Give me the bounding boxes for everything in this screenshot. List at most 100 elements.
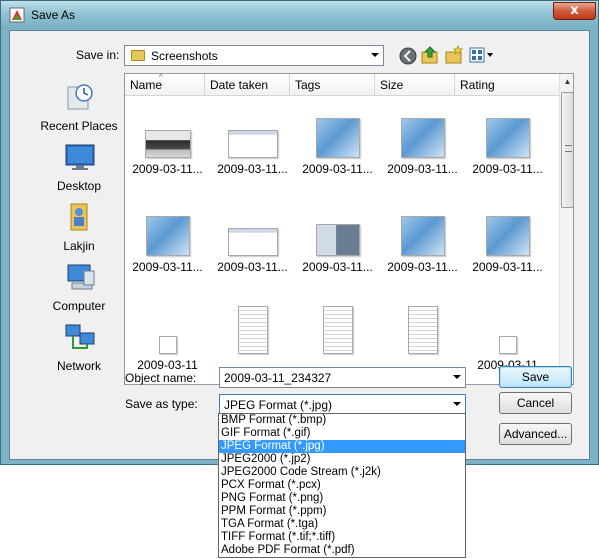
file-thumbnail <box>400 216 445 256</box>
sort-ascending-icon: ^ <box>159 74 163 81</box>
file-thumbnail <box>485 118 530 158</box>
file-item[interactable]: 2009-03-11... <box>295 98 380 196</box>
file-tiles: 2009-03-11... 2009-03-11... 2009-03-11... 2… <box>125 96 559 384</box>
type-option[interactable]: PCX Format (*.pcx) <box>219 479 465 492</box>
place-desktop[interactable]: Desktop <box>27 141 131 199</box>
type-option[interactable]: JPEG Format (*.jpg) <box>219 440 465 453</box>
type-option[interactable]: PPM Format (*.ppm) <box>219 505 465 518</box>
save-in-label: Save in: <box>76 48 120 62</box>
column-header-date-taken[interactable]: Date taken <box>205 74 290 96</box>
network-icon <box>65 324 95 349</box>
file-thumbnail <box>498 336 517 354</box>
type-option[interactable]: JPEG2000 (*.jp2) <box>219 453 465 466</box>
file-thumbnail <box>315 118 360 158</box>
place-computer[interactable]: Computer <box>27 261 131 319</box>
close-icon: x <box>570 3 579 18</box>
column-header-tags[interactable]: Tags <box>290 74 375 96</box>
type-option[interactable]: JPEG2000 Code Stream (*.j2k) <box>219 466 465 479</box>
file-item[interactable]: 2009-03-11... <box>210 196 295 294</box>
chevron-down-icon <box>453 375 461 379</box>
cancel-button[interactable]: Cancel <box>499 392 572 414</box>
file-name: 2009-03-11... <box>302 260 373 274</box>
file-item[interactable]: 2009-03-11... <box>125 98 210 196</box>
save-type-dropdown-list[interactable]: BMP Format (*.bmp) GIF Format (*.gif) JPEG… <box>218 413 466 558</box>
file-thumbnail <box>237 306 268 354</box>
file-item[interactable]: 2009-03-11... <box>210 98 295 196</box>
current-folder: Screenshots <box>151 49 218 63</box>
file-thumbnail <box>145 216 190 256</box>
file-name: 2009-03-11... <box>132 260 203 274</box>
column-header-name[interactable]: ^ Name <box>125 74 205 96</box>
vertical-scrollbar[interactable]: ▲ ▼ <box>559 74 573 384</box>
file-item[interactable]: 2009-03-11... <box>465 98 550 196</box>
file-thumbnail <box>485 216 530 256</box>
computer-icon <box>67 264 95 290</box>
file-thumbnail <box>227 130 278 158</box>
place-network[interactable]: Network <box>27 321 131 379</box>
column-header-rating[interactable]: Rating <box>455 74 559 96</box>
save-type-select[interactable]: JPEG Format (*.jpg) <box>219 394 466 415</box>
scroll-thumb[interactable] <box>561 92 573 208</box>
desktop-icon <box>65 144 95 170</box>
file-name: 2009-03-11 <box>137 358 198 372</box>
file-name: 2009-03-11... <box>217 260 288 274</box>
scroll-up-icon[interactable]: ▲ <box>560 74 573 90</box>
up-folder-icon[interactable] <box>420 45 440 65</box>
file-name: 2009-03-11... <box>472 260 543 274</box>
file-item[interactable]: 2009-03-11... <box>465 196 550 294</box>
save-button[interactable]: Save <box>499 366 572 388</box>
place-recent-places[interactable]: Recent Places <box>27 81 131 139</box>
place-label: Lakjin <box>63 239 95 253</box>
save-type-value: JPEG Format (*.jpg) <box>224 398 333 412</box>
view-menu-icon[interactable] <box>468 45 494 65</box>
file-list[interactable]: ^ Name Date taken Tags Size Rating 2009-… <box>124 73 574 385</box>
file-thumbnail <box>144 130 191 158</box>
window-title: Save As <box>31 8 76 22</box>
grip-icon <box>565 145 572 152</box>
file-item[interactable]: 2009-03-11... <box>380 196 465 294</box>
object-name-field[interactable]: 2009-03-11_234327 <box>219 367 466 388</box>
file-name: 2009-03-11... <box>132 162 203 176</box>
save-in-combo[interactable]: Screenshots <box>124 45 384 66</box>
file-thumbnail <box>315 224 360 256</box>
back-icon[interactable] <box>398 46 418 66</box>
file-thumbnail <box>407 306 438 354</box>
type-option[interactable]: TIFF Format (*.tif;*.tiff) <box>219 531 465 544</box>
type-option[interactable]: TGA Format (*.tga) <box>219 518 465 531</box>
file-name: 2009-03-11... <box>217 162 288 176</box>
place-lakjin[interactable]: Lakjin <box>27 201 131 259</box>
app-icon <box>9 7 25 23</box>
file-item[interactable]: 2009-03-11... <box>295 196 380 294</box>
places-bar: Recent Places Desktop Lakjin Computer Ne… <box>27 74 131 386</box>
file-thumbnail <box>322 306 353 354</box>
save-type-label: Save as type: <box>125 397 198 411</box>
chevron-down-icon <box>371 53 379 57</box>
file-thumbnail <box>227 228 278 256</box>
file-name: 2009-03-11... <box>387 162 458 176</box>
place-label: Recent Places <box>40 119 118 133</box>
dialog-body: Save in: Screenshots Recent Places Deskt… <box>9 30 590 460</box>
file-thumbnail <box>400 118 445 158</box>
place-label: Desktop <box>56 179 102 193</box>
type-option[interactable]: Adobe PDF Format (*.pdf) <box>219 544 465 557</box>
type-option[interactable]: GIF Format (*.gif) <box>219 427 465 440</box>
file-thumbnail <box>158 336 177 354</box>
object-name-label: Object name: <box>125 371 197 385</box>
file-name: 2009-03-11... <box>302 162 373 176</box>
close-button[interactable]: x <box>553 2 596 20</box>
file-item[interactable]: 2009-03-11... <box>380 98 465 196</box>
advanced-button[interactable]: Advanced... <box>499 423 572 445</box>
column-header-size[interactable]: Size <box>375 74 455 96</box>
file-item[interactable]: 2009-03-11... <box>125 196 210 294</box>
folder-icon <box>131 50 145 61</box>
type-option[interactable]: BMP Format (*.bmp) <box>219 414 465 427</box>
column-headers: ^ Name Date taken Tags Size Rating <box>125 74 559 96</box>
title-bar[interactable]: Save As x <box>1 1 598 29</box>
type-option[interactable]: PNG Format (*.png) <box>219 492 465 505</box>
file-name: 2009-03-11... <box>387 260 458 274</box>
save-as-dialog: Save As x Save in: Screenshots Recent Pl… <box>0 0 599 465</box>
chevron-down-icon <box>453 402 461 406</box>
new-folder-icon[interactable] <box>444 45 464 65</box>
place-label: Computer <box>52 299 106 313</box>
recent-places-icon <box>67 84 93 110</box>
